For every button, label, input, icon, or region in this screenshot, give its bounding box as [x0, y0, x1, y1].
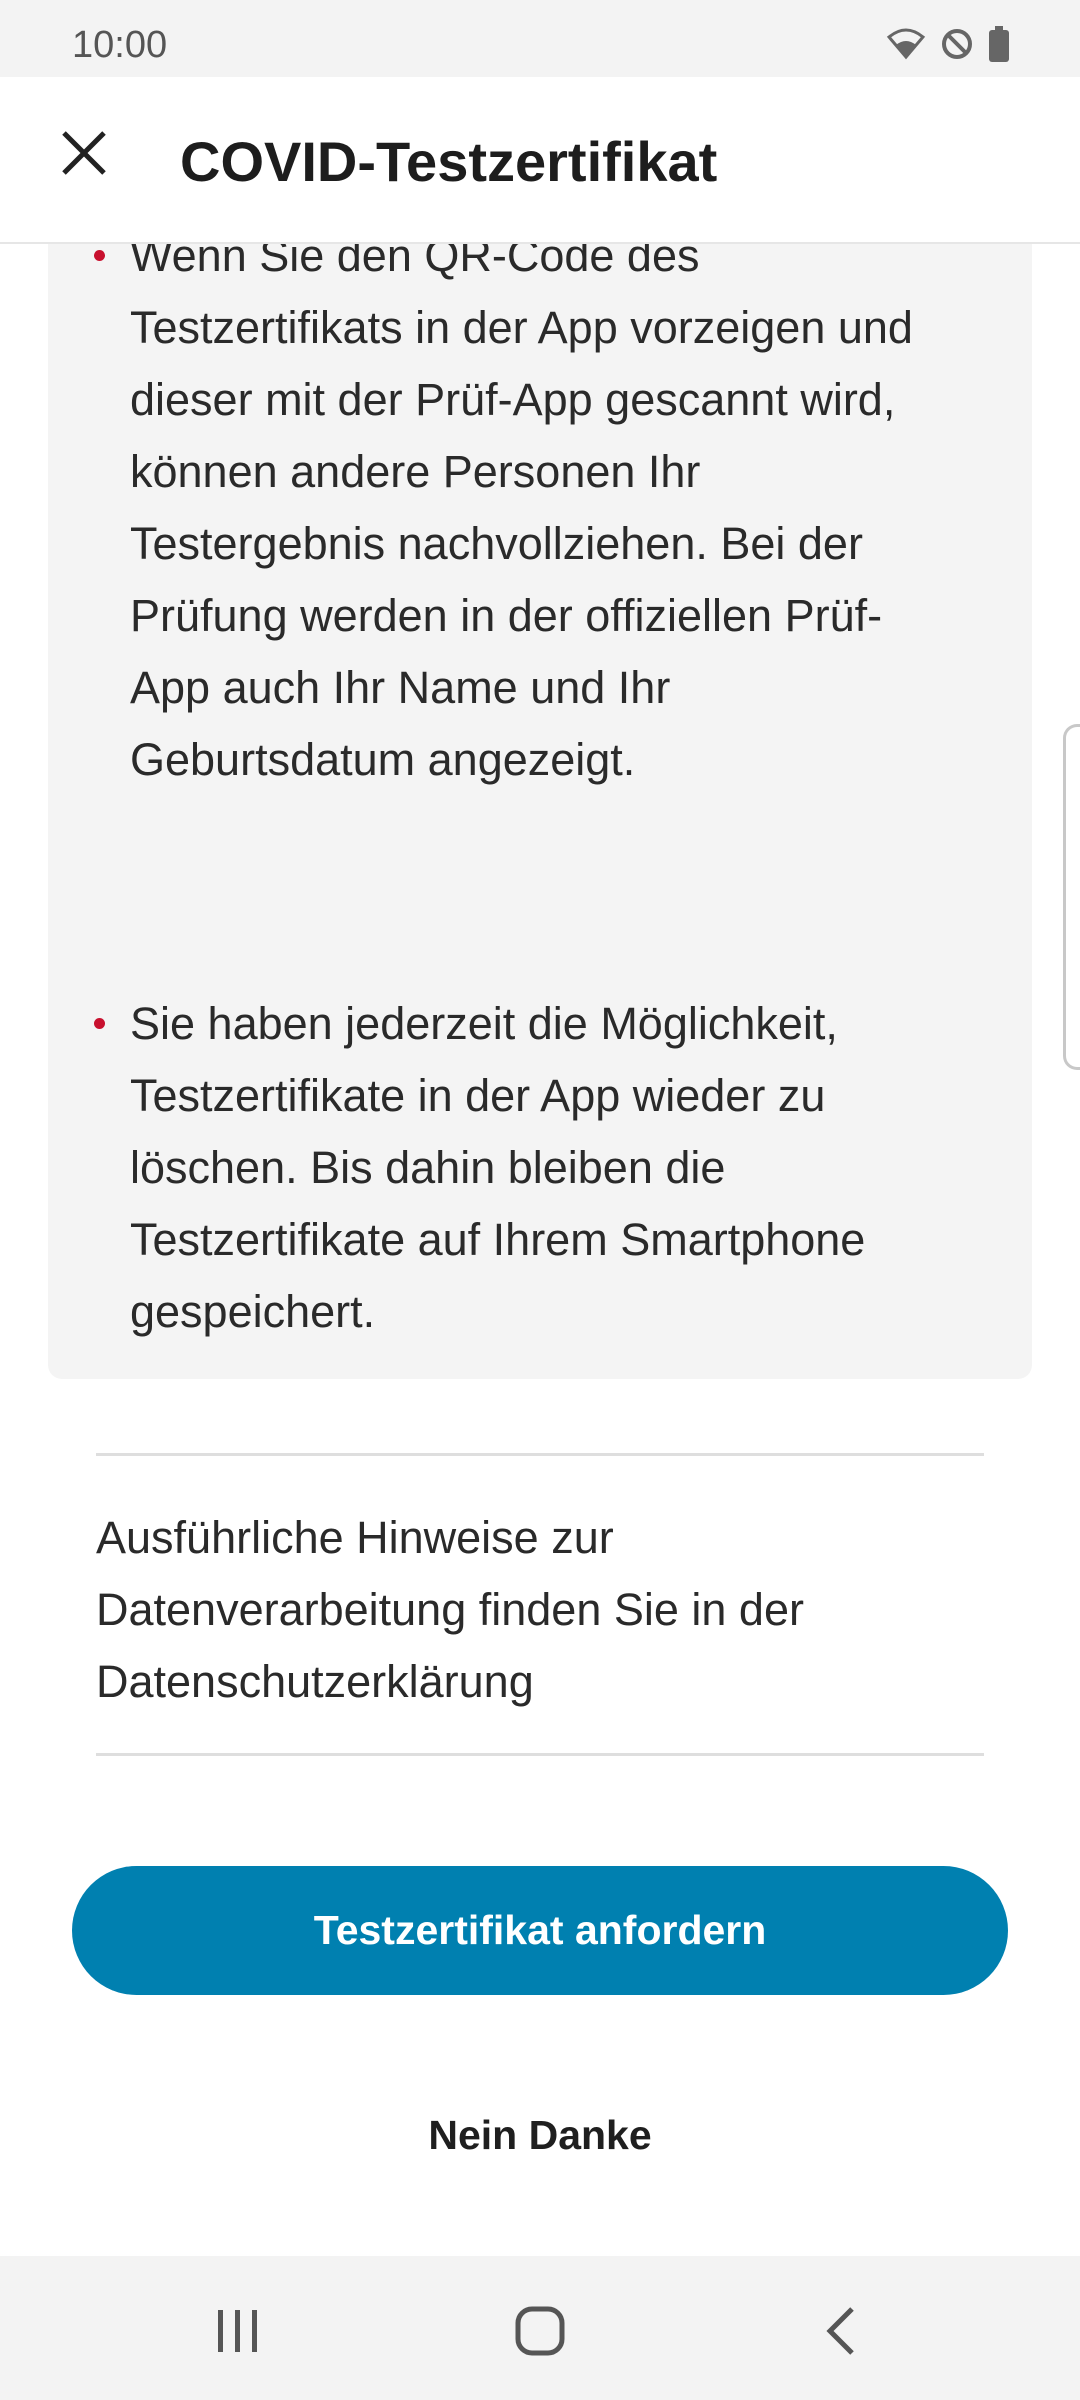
- back-button[interactable]: [782, 2298, 902, 2368]
- no-thanks-button[interactable]: Nein Danke: [340, 2100, 740, 2170]
- list-item: Wenn Sie den QR-Code des Testzertifikats…: [94, 242, 960, 796]
- divider: [96, 1453, 984, 1456]
- close-button[interactable]: [44, 115, 124, 195]
- divider: [96, 1753, 984, 1756]
- page-title: COVID-Testzertifikat: [180, 130, 718, 193]
- recent-apps-icon: [214, 2308, 262, 2359]
- navigation-bar: [0, 2256, 1080, 2400]
- privacy-link[interactable]: Ausführliche Hinweise zur Datenverarbeit…: [96, 1502, 984, 1718]
- bullet-dot: [94, 1018, 105, 1029]
- do-not-disturb-icon: [940, 27, 974, 61]
- battery-icon: [988, 26, 1010, 62]
- recent-apps-button[interactable]: [178, 2298, 298, 2368]
- status-time: 10:00: [72, 24, 168, 66]
- app-bar: COVID-Testzertifikat: [0, 77, 1080, 244]
- back-icon: [822, 2305, 862, 2362]
- bullet-text: Sie haben jederzeit die Möglichkeit, Tes…: [130, 998, 866, 1337]
- request-certificate-button[interactable]: Testzertifikat anfordern: [72, 1866, 1008, 1995]
- home-icon: [514, 2305, 566, 2362]
- bullet-dot: [94, 250, 105, 261]
- home-button[interactable]: [480, 2298, 600, 2368]
- scrollbar-handle[interactable]: [1063, 724, 1080, 1070]
- wifi-icon: [886, 27, 926, 61]
- bullet-text: Wenn Sie den QR-Code des Testzertifikats…: [130, 242, 913, 785]
- close-icon: [60, 129, 108, 182]
- status-icons: [886, 26, 1010, 62]
- status-bar: 10:00: [0, 0, 1080, 77]
- list-item: Sie haben jederzeit die Möglichkeit, Tes…: [94, 988, 960, 1348]
